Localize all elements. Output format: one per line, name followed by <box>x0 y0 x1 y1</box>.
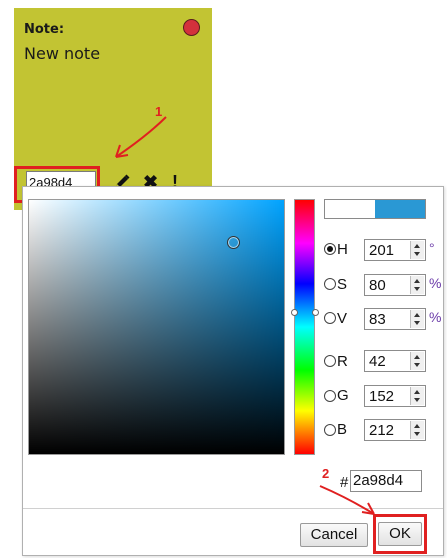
label-s: S <box>337 276 348 293</box>
annotation-arrow-2 <box>319 485 375 515</box>
annotation-arrow-1 <box>115 116 167 158</box>
label-h: H <box>337 241 348 258</box>
radio-r[interactable] <box>324 355 336 367</box>
unit-s: % <box>429 275 442 291</box>
unit-h: ° <box>429 240 435 256</box>
annotation-number-2: 2 <box>322 466 330 481</box>
label-v: V <box>337 310 348 327</box>
b-spinbox[interactable]: 212 <box>364 419 426 441</box>
label-r: R <box>337 353 348 370</box>
radio-h[interactable] <box>324 243 336 255</box>
current-color-swatch <box>375 199 426 219</box>
cancel-button[interactable]: Cancel <box>300 523 368 547</box>
hue-handle-right[interactable] <box>312 309 319 316</box>
radio-b[interactable] <box>324 424 336 436</box>
label-b: B <box>337 421 348 438</box>
g-spinbox[interactable]: 152 <box>364 385 426 407</box>
r-spinbox[interactable]: 42 <box>364 350 426 372</box>
label-g: G <box>337 387 349 404</box>
s-spinbox[interactable]: 80 <box>364 274 426 296</box>
hue-handle-left[interactable] <box>291 309 298 316</box>
new-color-swatch <box>324 199 375 219</box>
radio-s[interactable] <box>324 278 336 290</box>
note-label: Note: <box>24 22 65 37</box>
saturation-value-square[interactable] <box>28 199 285 455</box>
annotation-highlight-2 <box>373 514 427 554</box>
color-marker[interactable] <box>227 236 240 249</box>
radio-g[interactable] <box>324 390 336 402</box>
unit-v: % <box>429 309 442 325</box>
v-spinbox[interactable]: 83 <box>364 308 426 330</box>
close-note-button[interactable] <box>183 19 200 36</box>
h-spinbox[interactable]: 201 <box>364 239 426 261</box>
radio-v[interactable] <box>324 312 336 324</box>
dialog-divider <box>23 508 443 509</box>
note-body-text[interactable]: New note <box>24 44 100 63</box>
hue-slider[interactable] <box>294 199 315 455</box>
